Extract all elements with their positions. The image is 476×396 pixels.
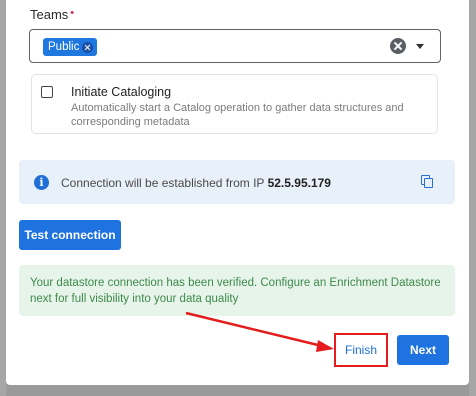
clear-icon[interactable]	[390, 38, 406, 54]
connection-info-text: Connection will be established from IP 5…	[61, 176, 331, 190]
copy-icon[interactable]	[421, 175, 433, 188]
connection-info-banner: i Connection will be established from IP…	[19, 160, 455, 204]
initiate-cataloging-checkbox[interactable]	[41, 86, 53, 98]
test-connection-button[interactable]: Test connection	[19, 220, 121, 250]
ip-address: 52.5.95.179	[267, 176, 331, 190]
finish-button[interactable]: Finish	[334, 333, 388, 367]
success-message: Your datastore connection has been verif…	[30, 277, 441, 305]
next-button[interactable]: Next	[397, 335, 449, 365]
required-marker: •	[70, 7, 75, 19]
close-circle-icon[interactable]	[82, 41, 94, 53]
teams-select[interactable]: Public	[29, 29, 441, 63]
success-banner: Your datastore connection has been verif…	[19, 265, 455, 316]
initiate-cataloging-option: Initiate Cataloging Automatically start …	[31, 74, 438, 134]
backdrop	[469, 0, 476, 396]
initiate-cataloging-title: Initiate Cataloging	[71, 85, 172, 99]
team-chip: Public	[43, 38, 98, 56]
initiate-cataloging-description: Automatically start a Catalog operation …	[71, 102, 404, 128]
info-icon: i	[34, 175, 49, 190]
add-datastore-modal: Teams • Public Initiate Cataloging Automa…	[6, 0, 469, 385]
team-chip-label: Public	[48, 41, 80, 53]
teams-label: Teams •	[30, 7, 75, 22]
chevron-down-icon[interactable]	[416, 44, 424, 49]
